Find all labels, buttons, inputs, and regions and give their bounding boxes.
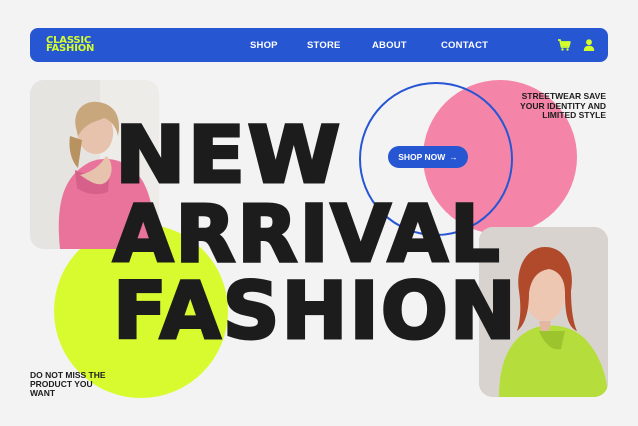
- user-icon[interactable]: [582, 38, 596, 52]
- nav-link-store[interactable]: STORE: [307, 40, 341, 51]
- nav-link-shop[interactable]: SHOP: [250, 40, 278, 51]
- cart-icon[interactable]: [557, 38, 571, 52]
- promo-note: DO NOT MISS THE PRODUCT YOU WANT: [30, 371, 120, 398]
- logo-line-2: FASHION: [46, 43, 95, 54]
- hero-tagline: STREETWEAR SAVE YOUR IDENTITY AND LIMITE…: [486, 91, 606, 121]
- top-navbar: CLASSIC FASHION SHOP STORE ABOUT CONTACT: [30, 28, 608, 62]
- shop-now-button[interactable]: SHOP NOW →: [388, 146, 468, 168]
- model-photo-green-jacket: [479, 227, 608, 397]
- model-photo-pink-jacket: [30, 80, 159, 249]
- nav-link-contact[interactable]: CONTACT: [441, 40, 488, 51]
- shop-now-label: SHOP NOW: [398, 152, 446, 162]
- nav-link-about[interactable]: ABOUT: [372, 40, 407, 51]
- arrow-right-icon: →: [449, 152, 458, 162]
- tagline-line-3: LIMITED STYLE: [542, 110, 606, 120]
- brand-logo[interactable]: CLASSIC FASHION: [46, 36, 95, 54]
- note-line-3: WANT: [30, 388, 56, 398]
